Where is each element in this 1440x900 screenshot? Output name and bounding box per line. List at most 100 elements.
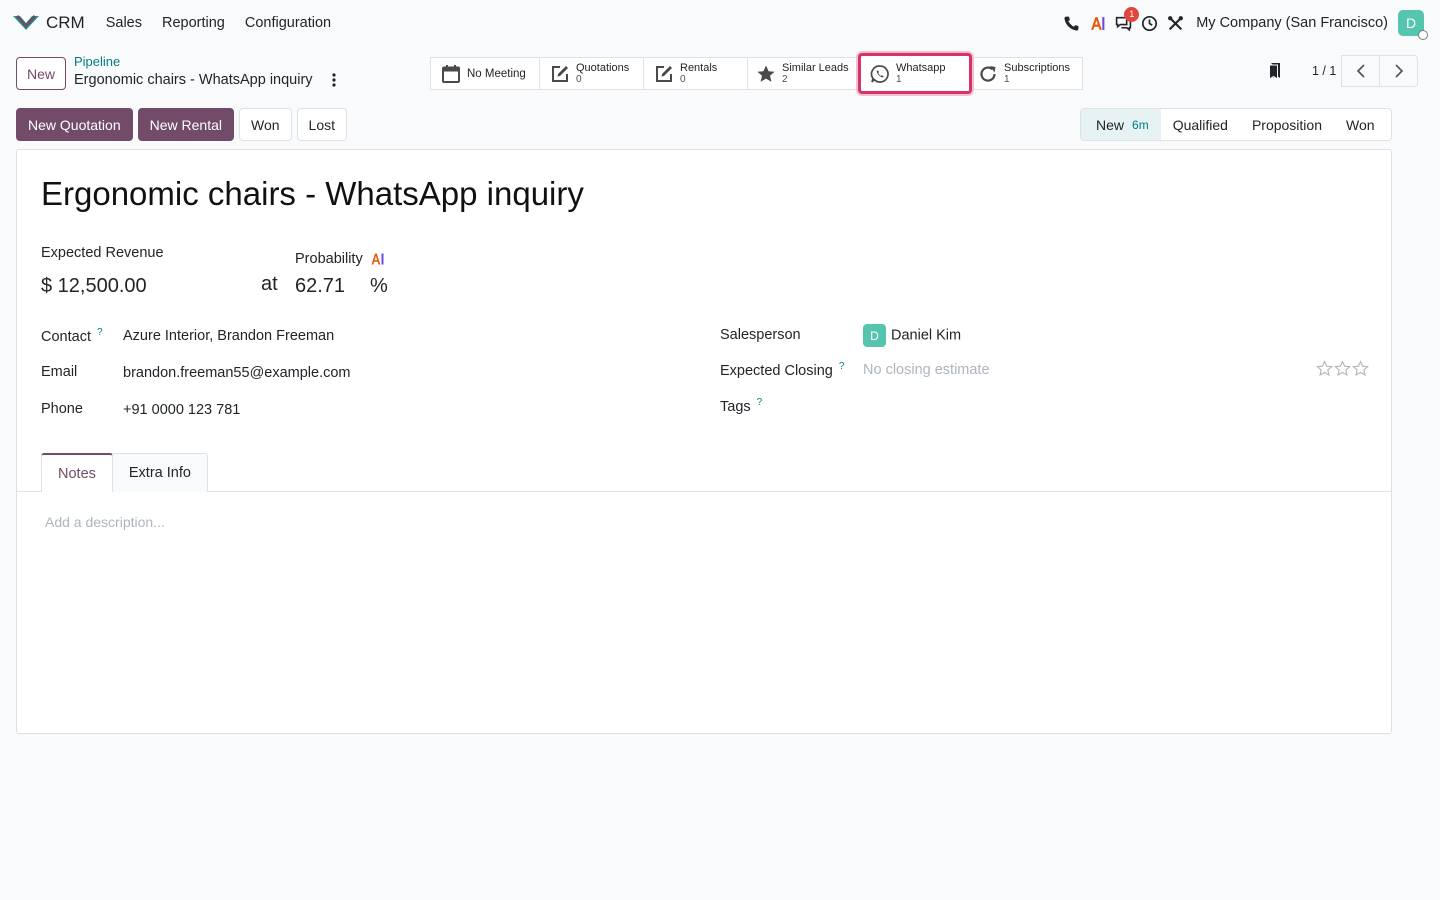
app-brand[interactable]: CRM <box>12 13 85 33</box>
pager-next-button[interactable] <box>1379 55 1418 87</box>
pager-value[interactable]: 1 / 1 <box>1312 64 1342 78</box>
phone-icon[interactable] <box>1058 10 1084 36</box>
subscriptions-smart-button[interactable]: Subscriptions 1 <box>971 57 1083 90</box>
chevron-left-icon <box>1356 64 1365 78</box>
main-menu: Sales Reporting Configuration <box>96 15 341 31</box>
expected-closing-label: Expected Closing? <box>720 361 844 379</box>
lead-title[interactable]: Ergonomic chairs - WhatsApp inquiry <box>41 175 584 213</box>
messages-icon[interactable]: 1 <box>1110 7 1140 36</box>
ai-icon[interactable] <box>371 253 385 265</box>
star-outline-icon[interactable] <box>1316 360 1333 377</box>
probability-field[interactable]: 62.71 <box>295 275 345 298</box>
lost-button[interactable]: Lost <box>296 108 347 141</box>
priority-stars <box>1315 360 1369 377</box>
user-avatar[interactable]: D <box>1398 10 1428 40</box>
whatsapp-count: 1 <box>896 73 902 85</box>
tags-label: Tags? <box>720 397 762 415</box>
quotations-smart-button[interactable]: Quotations 0 <box>539 57 644 90</box>
stage-duration: 6m <box>1132 117 1149 132</box>
phone-field[interactable]: +91 0000 123 781 <box>123 402 240 418</box>
smart-buttons: No Meeting Quotations 0 Rentals 0 Similar … <box>430 53 1083 94</box>
calendar-icon <box>442 64 460 83</box>
new-record-button[interactable]: New <box>16 57 66 90</box>
contact-label: Contact? <box>41 327 103 345</box>
stage-qualified[interactable]: Qualified <box>1161 109 1240 140</box>
crm-logo-icon <box>13 14 39 30</box>
chevron-right-icon <box>1394 64 1403 78</box>
new-quotation-button[interactable]: New Quotation <box>16 108 133 141</box>
tabs-divider <box>17 491 1391 492</box>
pager: 1 / 1 <box>1264 55 1418 87</box>
rentals-label: Rentals <box>680 61 718 74</box>
description-editor[interactable]: Add a description... <box>45 514 165 530</box>
ai-icon[interactable] <box>1084 10 1110 36</box>
expected-revenue-label: Expected Revenue <box>41 245 164 261</box>
record-actions-icon[interactable] <box>327 72 341 88</box>
star-outline-icon[interactable] <box>1334 360 1351 377</box>
similar-leads-count: 2 <box>782 73 788 85</box>
probability-label: Probability <box>295 251 385 267</box>
tab-notes[interactable]: Notes <box>41 453 113 492</box>
expected-closing-help-icon[interactable]: ? <box>839 361 845 372</box>
meetings-smart-button[interactable]: No Meeting <box>430 57 540 90</box>
similar-leads-smart-button[interactable]: Similar Leads 2 <box>747 57 859 90</box>
new-rental-button[interactable]: New Rental <box>137 108 234 141</box>
presence-status-icon <box>1418 30 1428 40</box>
contact-field[interactable]: Azure Interior, Brandon Freeman <box>123 328 334 344</box>
company-switcher[interactable]: My Company (San Francisco) <box>1196 15 1388 31</box>
salesperson-label: Salesperson <box>720 327 801 343</box>
breadcrumb-pipeline-link[interactable]: Pipeline <box>74 54 341 69</box>
subscriptions-count: 1 <box>1004 73 1010 85</box>
edit-icon <box>656 65 672 82</box>
tab-extra-info[interactable]: Extra Info <box>111 453 208 492</box>
salesperson-name: Daniel Kim <box>891 327 962 344</box>
quotations-count: 0 <box>576 73 582 85</box>
notebook-tabs: Notes Extra Info <box>41 453 208 492</box>
quotations-label: Quotations <box>576 61 630 74</box>
stage-won[interactable]: Won <box>1334 109 1387 140</box>
top-navbar: CRM Sales Reporting Configuration 1 My C… <box>0 0 1440 46</box>
rentals-count: 0 <box>680 73 686 85</box>
star-outline-icon[interactable] <box>1352 360 1369 377</box>
percent-sign: % <box>370 275 388 297</box>
form-sheet: Ergonomic chairs - WhatsApp inquiry Expe… <box>16 149 1392 734</box>
tags-help-icon[interactable]: ? <box>757 397 763 408</box>
statusbar-buttons: New Quotation New Rental Won Lost <box>16 108 352 141</box>
pager-previous-button[interactable] <box>1341 55 1380 87</box>
subscriptions-label: Subscriptions <box>1004 61 1071 74</box>
breadcrumb-current: Ergonomic chairs - WhatsApp inquiry <box>74 72 313 88</box>
expected-closing-field[interactable]: No closing estimate <box>863 362 990 378</box>
refresh-icon <box>980 65 996 82</box>
bookmark-icon[interactable] <box>1264 60 1286 82</box>
menu-reporting[interactable]: Reporting <box>152 15 235 31</box>
won-button[interactable]: Won <box>238 108 292 141</box>
at-label: at <box>261 273 278 295</box>
breadcrumb: Pipeline Ergonomic chairs - WhatsApp inq… <box>74 54 341 88</box>
rentals-smart-button[interactable]: Rentals 0 <box>643 57 748 90</box>
active-tab-joiner <box>42 491 111 492</box>
stage-new[interactable]: New 6m <box>1081 109 1161 140</box>
edit-icon <box>552 65 568 82</box>
stage-proposition[interactable]: Proposition <box>1240 109 1334 140</box>
email-field[interactable]: brandon.freeman55@example.com <box>123 365 351 381</box>
tags-label-text: Tags <box>720 398 751 415</box>
stage-new-label: New <box>1096 116 1125 133</box>
menu-configuration[interactable]: Configuration <box>235 15 341 31</box>
contact-label-text: Contact <box>41 328 91 345</box>
clock-icon[interactable] <box>1136 10 1162 36</box>
tools-icon[interactable] <box>1162 10 1188 36</box>
email-label: Email <box>41 364 78 380</box>
expected-closing-label-text: Expected Closing <box>720 362 833 379</box>
salesperson-avatar: D <box>863 324 886 347</box>
similar-leads-label: Similar Leads <box>782 61 849 74</box>
systray: 1 My Company (San Francisco) D <box>1058 0 1428 46</box>
app-name: CRM <box>46 13 85 32</box>
contact-help-icon[interactable]: ? <box>97 327 103 338</box>
salesperson-field[interactable]: D Daniel Kim <box>863 324 961 347</box>
whatsapp-smart-button[interactable]: Whatsapp 1 <box>858 53 972 94</box>
menu-sales[interactable]: Sales <box>96 15 152 31</box>
user-initial: D <box>1405 15 1417 31</box>
expected-revenue-field[interactable]: $ 12,500.00 <box>41 275 147 298</box>
meetings-label: No Meeting <box>467 67 526 80</box>
stage-selector: New 6m Qualified Proposition Won <box>1080 108 1392 141</box>
